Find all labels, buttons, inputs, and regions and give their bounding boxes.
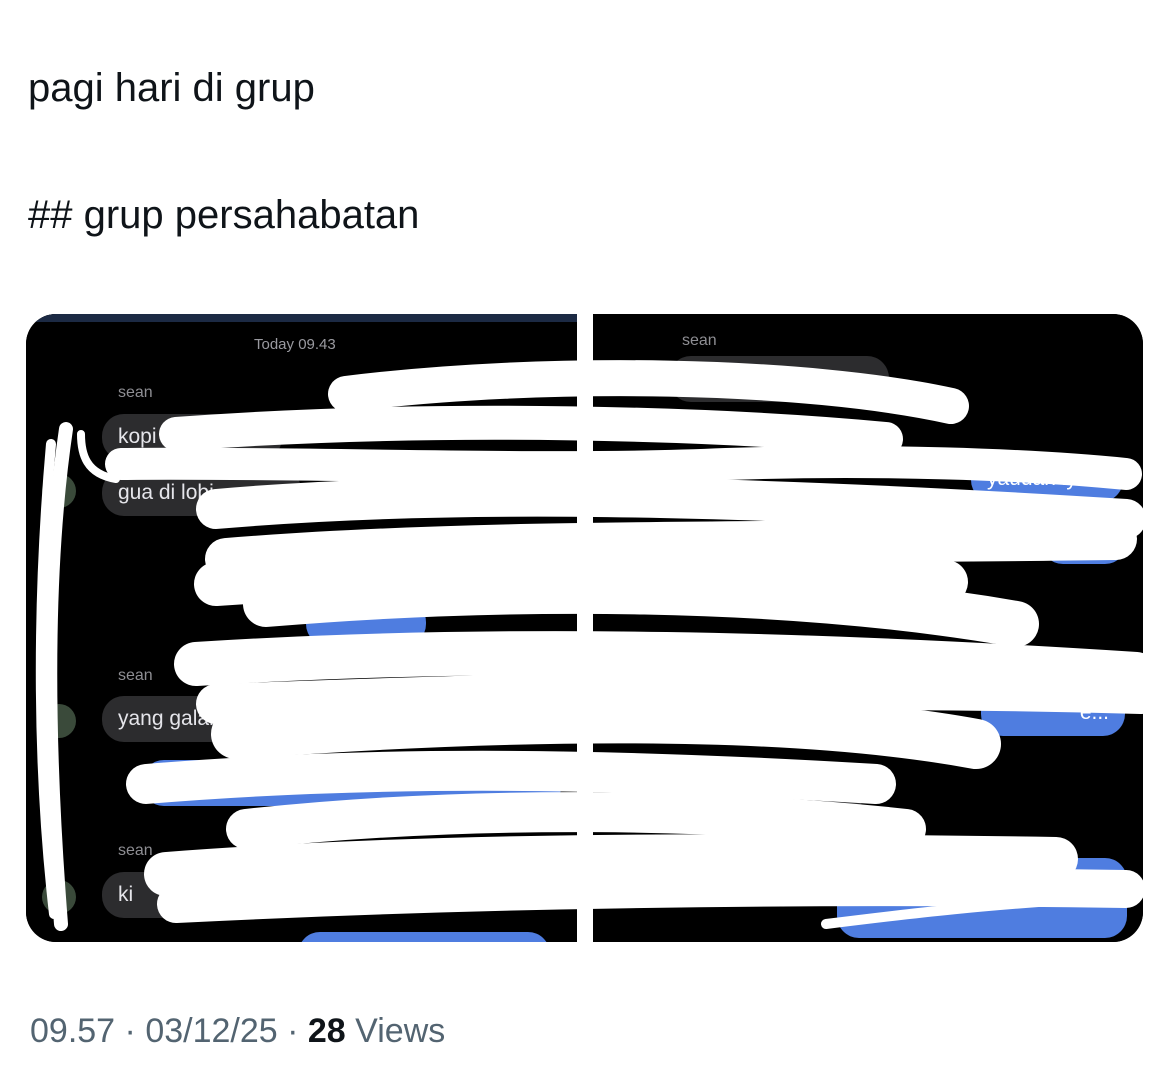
scribble-stroke — [174, 631, 1143, 696]
tweet-media[interactable]: Today 09.43 sean kopi gua di lobi sean y… — [26, 314, 1143, 942]
scribble-stroke — [226, 792, 926, 849]
tweet-date[interactable]: 03/12/25 — [145, 1012, 277, 1050]
meta-separator: · — [115, 1012, 146, 1050]
tweet-time[interactable]: 09.57 — [30, 1012, 115, 1050]
scribble-stroke — [211, 693, 1001, 769]
views-label: Views — [345, 1012, 446, 1050]
tweet-text-line-2: ## grup persahabatan — [28, 193, 420, 237]
tweet-meta: 09.57 · 03/12/25 · 28 Views — [30, 1012, 445, 1051]
tweet-text-line-1: pagi hari di grup — [28, 66, 315, 110]
scribble-stroke — [196, 476, 1143, 539]
redaction-scribble — [35, 360, 1143, 931]
scribble-stroke — [328, 360, 969, 424]
scribble-stroke — [243, 567, 1039, 647]
scribble-stroke — [159, 405, 903, 456]
meta-separator: · — [277, 1012, 308, 1050]
scribble-stroke — [126, 750, 896, 804]
views-count[interactable]: 28 — [308, 1012, 346, 1050]
scribble-stroke — [105, 446, 1142, 490]
